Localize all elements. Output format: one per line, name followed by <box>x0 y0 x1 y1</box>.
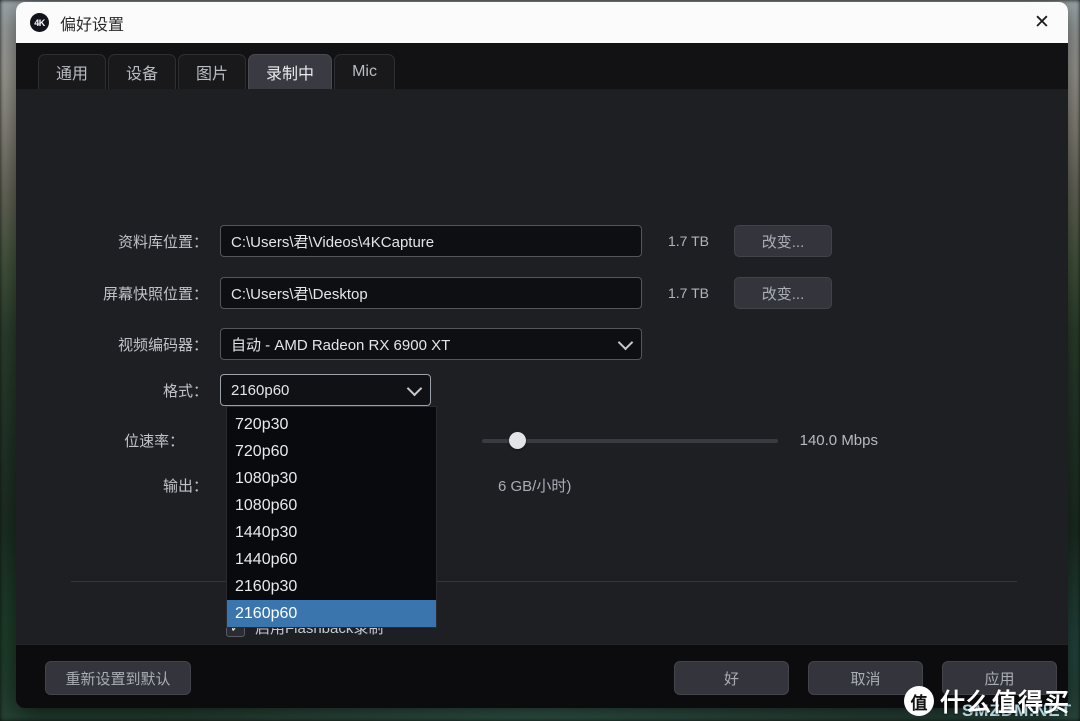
tab-mic[interactable]: Mic <box>334 54 395 89</box>
chevron-down-icon <box>406 380 423 397</box>
settings-content: 资料库位置： C:\Users\君\Videos\4KCapture 1.7 T… <box>16 89 1068 692</box>
chevron-down-icon <box>617 334 634 351</box>
library-location-input[interactable]: C:\Users\君\Videos\4KCapture <box>220 225 642 257</box>
format-dropdown-list[interactable]: 720p30 720p60 1080p30 1080p60 1440p30 14… <box>226 406 437 628</box>
format-label: 格式： <box>162 382 208 400</box>
window-title: 偏好设置 <box>60 16 125 34</box>
dropdown-option-1440p30[interactable]: 1440p30 <box>227 519 436 546</box>
library-free-space: 1.7 TB <box>668 233 709 249</box>
section-divider <box>71 581 1017 582</box>
screenshot-change-button[interactable]: 改变... <box>734 277 832 309</box>
dropdown-option-1440p60[interactable]: 1440p60 <box>227 546 436 573</box>
app-logo-icon: 4K <box>30 13 49 32</box>
library-change-button[interactable]: 改变... <box>734 225 832 257</box>
library-location-row: 资料库位置： C:\Users\君\Videos\4KCapture 1.7 T… <box>78 225 868 257</box>
apply-button[interactable]: 应用 <box>942 661 1057 695</box>
output-value: 6 GB/小时) <box>498 478 572 495</box>
screenshot-location-row: 屏幕快照位置： C:\Users\君\Desktop 1.7 TB 改变... <box>78 277 868 309</box>
dropdown-option-1080p60[interactable]: 1080p60 <box>227 492 436 519</box>
reset-defaults-button[interactable]: 重新设置到默认 <box>45 661 191 695</box>
dropdown-option-720p30[interactable]: 720p30 <box>227 411 436 438</box>
bitrate-row: 位速率： 140.0 Mbps <box>78 430 878 451</box>
tab-images[interactable]: 图片 <box>178 54 247 89</box>
screenshot-free-space: 1.7 TB <box>668 285 709 301</box>
ok-button[interactable]: 好 <box>674 661 789 695</box>
bitrate-label: 位速率： <box>124 433 185 450</box>
dropdown-option-720p60[interactable]: 720p60 <box>227 438 436 465</box>
dialog-footer: 重新设置到默认 好 取消 应用 <box>16 644 1068 708</box>
bitrate-value: 140.0 Mbps <box>799 432 878 449</box>
video-encoder-label: 视频编码器： <box>117 336 208 354</box>
video-encoder-row: 视频编码器： 自动 - AMD Radeon RX 6900 XT <box>78 328 698 360</box>
format-select[interactable]: 2160p60 <box>220 374 431 406</box>
screenshot-location-label: 屏幕快照位置： <box>102 285 208 303</box>
preferences-dialog: 4K 偏好设置 ✕ 通用 设备 图片 录制中 Mic 资料库位置： C:\Use… <box>16 2 1068 708</box>
cancel-button[interactable]: 取消 <box>808 661 923 695</box>
title-bar: 4K 偏好设置 ✕ <box>16 2 1068 43</box>
dropdown-option-2160p30[interactable]: 2160p30 <box>227 573 436 600</box>
video-encoder-select[interactable]: 自动 - AMD Radeon RX 6900 XT <box>220 328 642 360</box>
video-encoder-value: 自动 - AMD Radeon RX 6900 XT <box>231 336 451 354</box>
dropdown-option-1080p30[interactable]: 1080p30 <box>227 465 436 492</box>
bitrate-slider-thumb[interactable] <box>509 432 527 449</box>
format-value: 2160p60 <box>231 381 290 399</box>
screenshot-location-input[interactable]: C:\Users\君\Desktop <box>220 277 642 309</box>
bitrate-slider[interactable] <box>482 432 778 450</box>
tab-recording[interactable]: 录制中 <box>248 54 333 89</box>
format-row: 格式： 2160p60 <box>78 374 498 406</box>
output-label: 输出： <box>162 478 208 495</box>
tab-general[interactable]: 通用 <box>38 54 107 89</box>
tab-strip: 通用 设备 图片 录制中 Mic <box>16 43 1068 89</box>
close-icon[interactable]: ✕ <box>1016 2 1068 43</box>
library-location-label: 资料库位置： <box>117 233 208 251</box>
dropdown-option-2160p60[interactable]: 2160p60 <box>227 600 436 627</box>
tab-devices[interactable]: 设备 <box>108 54 177 89</box>
watermark-subtext: SMZDM.NET <box>961 701 1072 720</box>
bitrate-slider-track <box>482 438 778 443</box>
